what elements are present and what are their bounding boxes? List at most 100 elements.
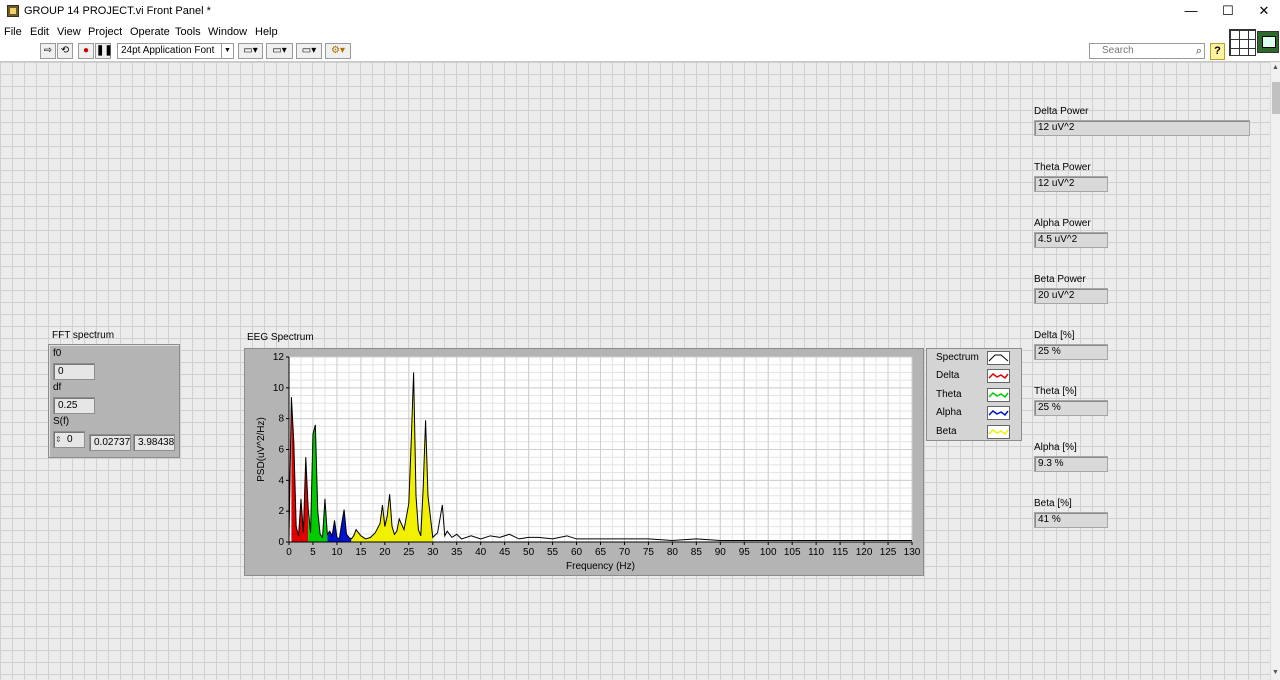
x-tick-label: 115: [832, 547, 848, 558]
search-input[interactable]: Search ⌕: [1089, 43, 1205, 59]
y-tick-label: 10: [273, 383, 285, 394]
menu-window[interactable]: Window: [208, 26, 247, 38]
fft-spectrum-cluster: f0 0 df 0.25 S(f) ⇕ 0 0.027373 3.98438: [48, 344, 180, 458]
plot-legend[interactable]: Spectrum Delta Theta Alpha Beta: [926, 348, 1022, 441]
sf-index-value: 0: [67, 434, 73, 445]
delta-swatch-icon: [987, 369, 1010, 383]
y-tick-label: 0: [278, 537, 284, 548]
resize-objects-icon[interactable]: ▭▾: [296, 43, 322, 59]
legend-item-delta[interactable]: Delta: [927, 367, 1023, 385]
y-axis-label: PSD(uV^2/Hz): [256, 417, 267, 482]
distribute-objects-icon[interactable]: ▭▾: [266, 43, 293, 59]
title-bar: GROUP 14 PROJECT.vi Front Panel * — ☐ ✕: [0, 0, 1280, 23]
connector-pane-icon[interactable]: [1229, 29, 1256, 56]
alpha-power-label: Alpha Power: [1034, 218, 1091, 229]
x-tick-label: 35: [451, 547, 463, 558]
alpha-swatch-icon: [987, 406, 1010, 420]
legend-item-spectrum[interactable]: Spectrum: [927, 349, 1023, 367]
alpha-percent-label: Alpha [%]: [1034, 442, 1077, 453]
sf-value-1[interactable]: 0.027373: [89, 434, 131, 451]
x-tick-label: 110: [808, 547, 824, 558]
sf-value-2[interactable]: 3.98438: [133, 434, 175, 451]
reorder-icon[interactable]: ⚙▾: [325, 43, 351, 59]
delta-percent-indicator: 25 %: [1034, 344, 1108, 360]
sf-label: S(f): [53, 416, 70, 427]
y-tick-label: 8: [278, 414, 284, 425]
x-tick-label: 95: [739, 547, 751, 558]
theta-percent-label: Theta [%]: [1034, 386, 1077, 397]
eeg-spectrum-graph[interactable]: 0 5 10 15 20 25 30 35 40 45 50 55 60 65 70 75 80 85 90 95 10…: [244, 348, 924, 576]
delta-percent-label: Delta [%]: [1034, 330, 1075, 341]
x-tick-label: 20: [379, 547, 391, 558]
menu-edit[interactable]: Edit: [30, 26, 49, 38]
x-tick-label: 55: [547, 547, 559, 558]
x-axis-label: Frequency (Hz): [566, 561, 635, 572]
vi-icon[interactable]: [1257, 31, 1279, 53]
y-tick-label: 6: [278, 445, 284, 456]
run-continuously-icon[interactable]: ⟲: [57, 43, 73, 59]
chevron-down-icon: ▼: [221, 44, 233, 58]
menu-tools[interactable]: Tools: [175, 26, 201, 38]
labview-app-icon: [7, 5, 19, 17]
df-field[interactable]: 0.25: [53, 397, 95, 414]
menu-help[interactable]: Help: [255, 26, 278, 38]
delta-power-label: Delta Power: [1034, 106, 1089, 117]
run-arrow-icon[interactable]: ⇨: [40, 43, 56, 59]
eeg-spectrum-chart: 0 5 10 15 20 25 30 35 40 45 50 55 60 65 70 75 80 85 90 95 10…: [256, 352, 921, 572]
y-tick-label: 12: [273, 352, 285, 363]
legend-label: Beta: [936, 426, 957, 437]
f0-label: f0: [53, 348, 62, 359]
legend-label: Alpha: [936, 407, 962, 418]
help-icon[interactable]: ?: [1210, 43, 1225, 60]
f0-field[interactable]: 0: [53, 363, 95, 380]
spectrum-swatch-icon: [987, 351, 1010, 365]
search-placeholder: Search: [1102, 45, 1134, 56]
x-tick-label: 65: [595, 547, 607, 558]
sf-index-field[interactable]: ⇕ 0: [53, 431, 85, 448]
scrollbar-thumb[interactable]: [1272, 82, 1280, 114]
legend-label: Spectrum: [936, 352, 979, 363]
x-tick-label: 45: [499, 547, 511, 558]
delta-power-indicator: 12 uV^2: [1034, 120, 1250, 136]
minimize-button[interactable]: —: [1173, 0, 1209, 23]
x-tick-label: 0: [286, 547, 292, 558]
x-tick-label: 100: [760, 547, 777, 558]
menu-bar: File Edit View Project Operate Tools Win…: [0, 23, 1280, 41]
legend-item-theta[interactable]: Theta: [927, 386, 1023, 404]
x-tick-label: 105: [784, 547, 801, 558]
menu-view[interactable]: View: [57, 26, 81, 38]
beta-percent-label: Beta [%]: [1034, 498, 1072, 509]
menu-project[interactable]: Project: [88, 26, 122, 38]
legend-item-alpha[interactable]: Alpha: [927, 404, 1023, 422]
theta-power-label: Theta Power: [1034, 162, 1091, 173]
x-tick-label: 50: [523, 547, 535, 558]
align-objects-icon[interactable]: ▭▾: [238, 43, 263, 59]
theta-percent-indicator: 25 %: [1034, 400, 1108, 416]
df-label: df: [53, 382, 62, 393]
x-tick-label: 90: [715, 547, 727, 558]
cluster-label: FFT spectrum: [52, 330, 115, 341]
font-selector[interactable]: 24pt Application Font ▼: [117, 43, 234, 59]
menu-file[interactable]: File: [4, 26, 22, 38]
menu-operate[interactable]: Operate: [130, 26, 170, 38]
x-tick-label: 75: [643, 547, 655, 558]
vertical-scrollbar[interactable]: ▲ ▼: [1270, 62, 1280, 680]
scroll-up-icon[interactable]: ▲: [1272, 64, 1279, 71]
maximize-button[interactable]: ☐: [1210, 0, 1246, 23]
index-stepper-icon[interactable]: ⇕: [55, 432, 62, 447]
pause-icon[interactable]: ❚❚: [95, 43, 113, 59]
legend-item-beta[interactable]: Beta: [927, 423, 1023, 441]
beta-power-indicator: 20 uV^2: [1034, 288, 1108, 304]
x-tick-label: 10: [331, 547, 343, 558]
alpha-power-indicator: 4.5 uV^2: [1034, 232, 1108, 248]
theta-swatch-icon: [987, 388, 1010, 402]
y-tick-label: 4: [278, 475, 284, 486]
scroll-down-icon[interactable]: ▼: [1272, 669, 1279, 676]
close-button[interactable]: ✕: [1246, 0, 1280, 23]
search-icon: ⌕: [1195, 45, 1202, 57]
y-tick-label: 2: [278, 506, 284, 517]
x-tick-label: 40: [475, 547, 487, 558]
toolbar: ⇨ ⟲ ● ❚❚ 24pt Application Font ▼ ▭▾ ▭▾ ▭…: [0, 41, 1280, 62]
abort-icon[interactable]: ●: [78, 43, 94, 59]
legend-label: Delta: [936, 370, 960, 381]
